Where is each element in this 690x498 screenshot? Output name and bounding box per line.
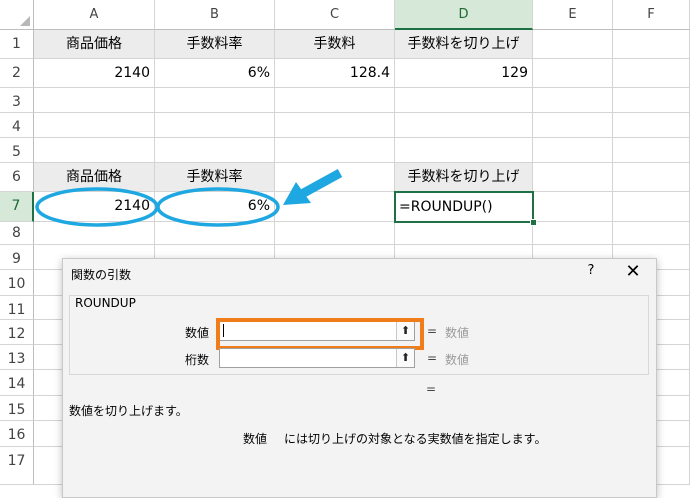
close-button[interactable]: ✕ <box>623 261 643 282</box>
arg2-result: 数値 <box>445 353 470 367</box>
arg1-highlight-box <box>216 318 424 350</box>
arg-description-text: には切り上げの対象となる実数値を指定します。 <box>284 432 547 446</box>
function-summary: 数値を切り上げます。 <box>69 404 188 418</box>
arg2-equals: = <box>427 351 438 365</box>
arg-description-name: 数値 <box>243 432 268 446</box>
arg1-equals: = <box>427 324 438 338</box>
help-button[interactable]: ? <box>583 263 599 278</box>
arg2-collapse-icon[interactable]: ⬆ <box>396 349 414 367</box>
highlight-ellipse-a7 <box>35 187 159 227</box>
formula-result-equals: = <box>426 382 437 396</box>
blue-arrow-icon <box>283 169 343 205</box>
highlight-ellipse-b7 <box>156 187 280 227</box>
function-name: ROUNDUP <box>73 296 138 310</box>
function-arguments-dialog: 関数の引数 ? ✕ ROUNDUP 数値 ⬆ = 数値 桁数 ⬆ = 数値 = … <box>62 258 657 498</box>
arg1-label: 数値 <box>184 326 209 340</box>
arg1-result: 数値 <box>445 326 470 340</box>
dialog-title: 関数の引数 <box>71 268 132 282</box>
arg2-input[interactable] <box>219 348 415 368</box>
arg2-label: 桁数 <box>184 353 209 367</box>
